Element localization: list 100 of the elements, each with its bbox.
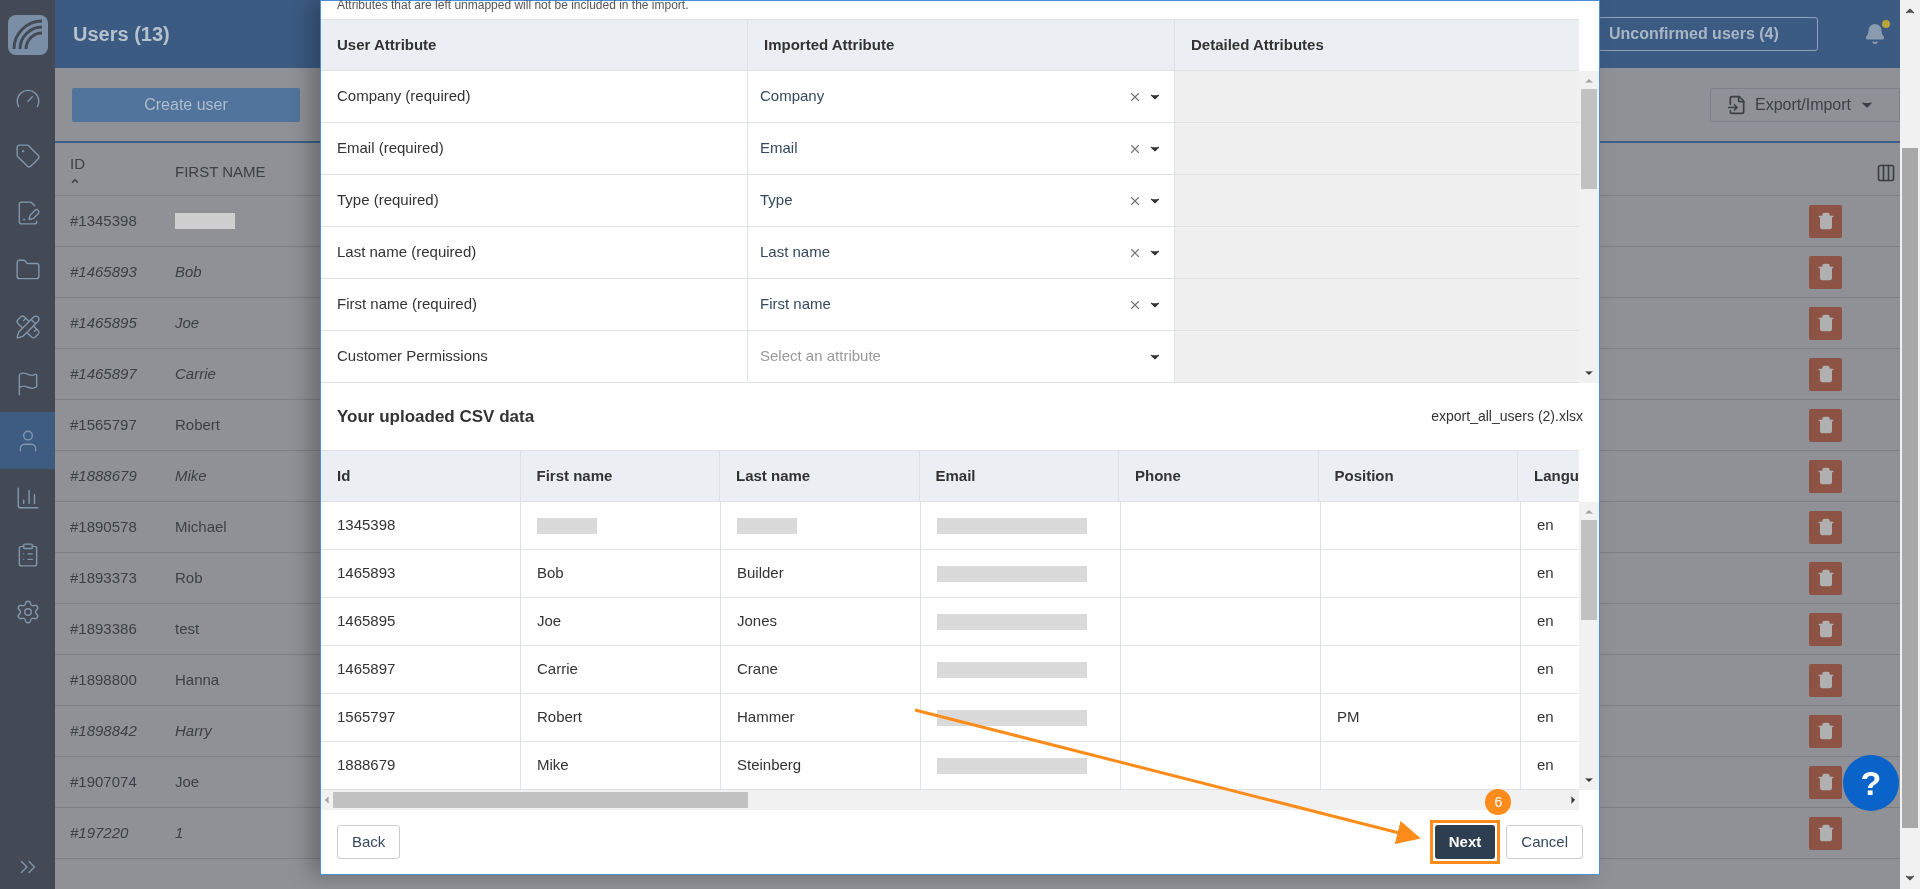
blurred-text bbox=[175, 213, 235, 229]
table-cell-text: 1345398 bbox=[337, 515, 396, 536]
table-cell: Harry bbox=[175, 722, 212, 739]
section-title: Your uploaded CSV data bbox=[337, 405, 535, 428]
table-cell-text: #1345398 bbox=[69, 210, 138, 231]
table-cell-text: #1893373 bbox=[69, 567, 138, 588]
table-cell-text: 1565797 bbox=[337, 707, 396, 728]
table-cell-text: Carrie bbox=[537, 659, 578, 680]
table-cell: Joe bbox=[175, 314, 200, 331]
delete-button[interactable] bbox=[1809, 408, 1842, 442]
table-cell-text: en bbox=[1537, 659, 1554, 680]
blurred-text bbox=[737, 517, 797, 534]
table-cell-text: Robert bbox=[537, 707, 583, 728]
table-cell-text: #1888679 bbox=[69, 465, 138, 486]
delete-button[interactable] bbox=[1809, 663, 1842, 697]
table-cell-text: Joe bbox=[537, 611, 562, 632]
trash-icon bbox=[1816, 467, 1835, 485]
table-cell: 1 bbox=[175, 824, 184, 841]
column-header: Langu bbox=[1533, 465, 1579, 486]
table-cell-text: en bbox=[1537, 707, 1554, 728]
sidebar-item[interactable] bbox=[0, 412, 55, 469]
delete-button[interactable] bbox=[1809, 765, 1842, 799]
table-cell: Rob bbox=[175, 569, 203, 586]
table-cell-text: Jones bbox=[737, 611, 778, 632]
table-cell-text: #1465893 bbox=[69, 261, 138, 282]
table-cell: Michael bbox=[175, 518, 227, 535]
tag-icon bbox=[14, 142, 41, 169]
trash-icon bbox=[1816, 518, 1835, 536]
delete-button[interactable] bbox=[1809, 306, 1842, 340]
column-header: User Attribute bbox=[321, 20, 748, 70]
column-header: Last name bbox=[720, 451, 920, 501]
trash-icon bbox=[1816, 263, 1835, 281]
vertical-scrollbar[interactable] bbox=[1579, 71, 1599, 383]
attribute-label: Customer Permissions bbox=[321, 331, 748, 382]
ruler-pencil-icon bbox=[14, 313, 41, 340]
table-cell-text: en bbox=[1537, 755, 1554, 776]
table-cell-text: 1465893 bbox=[337, 563, 396, 584]
column-header: First name bbox=[520, 451, 720, 501]
table-cell: Robert bbox=[175, 416, 221, 433]
next-button[interactable]: Next bbox=[1434, 825, 1496, 859]
trash-icon bbox=[1816, 416, 1835, 434]
blurred-text bbox=[537, 517, 597, 534]
table-cell-text: Mike bbox=[537, 755, 569, 776]
table-cell-text: #1465897 bbox=[69, 363, 139, 384]
trash-icon bbox=[1816, 722, 1835, 740]
column-header: Email bbox=[919, 451, 1119, 501]
delete-button[interactable] bbox=[1809, 510, 1842, 544]
table-cell-text: 1888679 bbox=[337, 755, 396, 776]
attribute-label: Company (required) bbox=[321, 71, 748, 122]
bell-icon[interactable] bbox=[1864, 23, 1886, 45]
delete-button[interactable] bbox=[1809, 357, 1842, 391]
cancel-button[interactable]: Cancel bbox=[1506, 825, 1583, 859]
delete-button[interactable] bbox=[1809, 255, 1842, 289]
trash-icon bbox=[1816, 212, 1835, 230]
table-cell-text: en bbox=[1537, 515, 1554, 536]
delete-button[interactable] bbox=[1809, 204, 1842, 238]
table-cell-text: #1465895 bbox=[69, 312, 138, 333]
attribute-label: Type (required) bbox=[321, 175, 748, 226]
table-cell-text: Crane bbox=[737, 659, 778, 680]
column-header: Position bbox=[1318, 451, 1518, 501]
settings-icon bbox=[14, 598, 41, 625]
vertical-scrollbar[interactable] bbox=[1579, 502, 1599, 790]
table-cell: Joe bbox=[175, 773, 200, 790]
horizontal-scrollbar[interactable] bbox=[321, 790, 1579, 810]
trash-icon bbox=[1816, 569, 1835, 587]
table-cell-text: #1893386 bbox=[69, 618, 138, 639]
table-cell-text: 1465897 bbox=[337, 659, 396, 680]
table-cell: test bbox=[175, 620, 200, 637]
table-cell-text: #1565797 bbox=[69, 414, 138, 435]
delete-button[interactable] bbox=[1809, 612, 1842, 646]
page-title: Users (13) bbox=[73, 22, 170, 47]
delete-button[interactable] bbox=[1809, 561, 1842, 595]
back-button[interactable]: Back bbox=[337, 825, 401, 859]
delete-button[interactable] bbox=[1809, 714, 1842, 748]
delete-button[interactable] bbox=[1809, 459, 1842, 493]
trash-icon bbox=[1816, 620, 1835, 638]
trash-icon bbox=[1816, 773, 1835, 791]
logo-icon bbox=[7, 15, 48, 55]
table-cell-text: 1465895 bbox=[337, 611, 396, 632]
table-cell-text: Builder bbox=[737, 563, 784, 584]
column-header: Imported Attribute bbox=[748, 20, 1175, 70]
table-cell-text: Steinberg bbox=[737, 755, 802, 776]
page-scrollbar[interactable] bbox=[1900, 0, 1920, 889]
table-cell-text: Hammer bbox=[737, 707, 795, 728]
table-cell-text: #1890578 bbox=[69, 516, 138, 537]
table-cell: Hanna bbox=[175, 671, 220, 688]
trash-icon bbox=[1816, 365, 1835, 383]
column-toggle-icon[interactable] bbox=[1876, 163, 1896, 183]
trash-icon bbox=[1816, 671, 1835, 689]
table-cell-text: #1907074 bbox=[69, 771, 138, 792]
table-cell-text: en bbox=[1537, 563, 1554, 584]
help-button[interactable]: ? bbox=[1843, 755, 1899, 811]
table-cell-text: en bbox=[1537, 611, 1554, 632]
column-header: Phone bbox=[1119, 451, 1319, 501]
table-cell: Mike bbox=[175, 467, 207, 484]
delete-button[interactable] bbox=[1809, 816, 1842, 850]
file-name: export_all_users (2).xlsx bbox=[1431, 407, 1583, 426]
table-cell-text: PM bbox=[1337, 707, 1360, 728]
attribute-label: First name (required) bbox=[321, 279, 748, 330]
trash-icon bbox=[1816, 824, 1835, 842]
